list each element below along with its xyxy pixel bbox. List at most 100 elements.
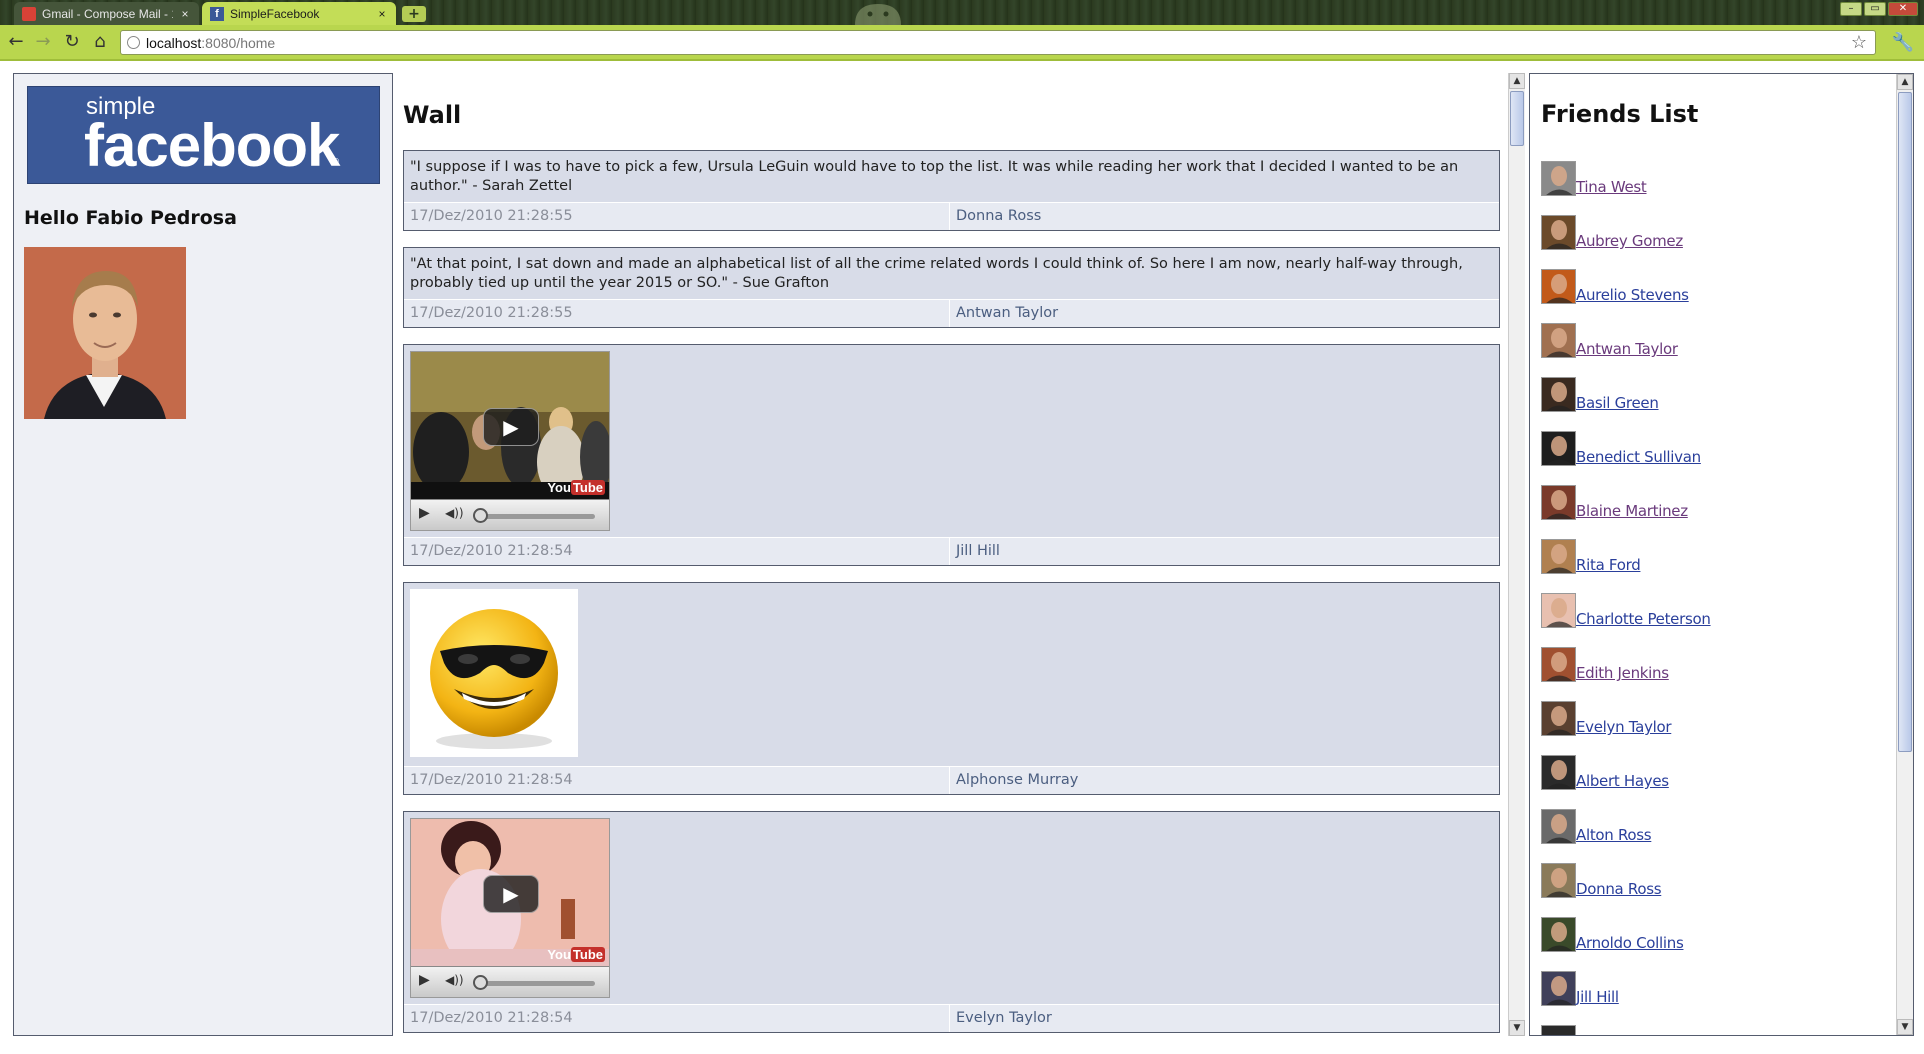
friend-avatar[interactable] [1541,1025,1576,1035]
bookmark-star-icon[interactable]: ☆ [1851,32,1867,53]
play-overlay-icon[interactable]: ▶ [483,875,539,913]
post-author: Alphonse Murray [956,772,1079,788]
friends-scroll-thumb[interactable] [1898,92,1912,752]
facebook-icon: f [210,6,224,21]
friend-link[interactable]: Arnoldo Collins [1576,934,1684,952]
play-overlay-icon[interactable]: ▶ [483,408,539,446]
youtube-logo-icon: You Tube [547,947,605,962]
logo-big-text: facebook [84,112,340,179]
url-path: :8080/home [201,34,276,51]
friend-avatar[interactable] [1541,863,1576,898]
friend-avatar[interactable] [1541,593,1576,628]
friend-avatar[interactable] [1541,431,1576,466]
play-icon[interactable]: ▶ [419,972,430,988]
post-meta: 17/Dez/2010 21:28:55 Antwan Taylor [404,299,1499,327]
browser-toolbar: ← → ↻ ⌂ localhost:8080/home ☆ 🔧 [0,25,1924,61]
friend-avatar[interactable] [1541,161,1576,196]
friend-link[interactable]: Jill Hill [1576,988,1619,1006]
post-author: Donna Ross [956,208,1042,224]
friend-link[interactable]: Albert Hayes [1576,772,1669,790]
simple-facebook-logo: simple facebook ® [27,86,380,184]
friends-scrollbar[interactable]: ▲ ▼ [1896,74,1913,1035]
friend-link[interactable]: Antwan Taylor [1576,340,1678,358]
friend-link[interactable]: Blaine Martinez [1576,502,1688,520]
wall-title: Wall [403,101,462,129]
friend-link[interactable]: Aubrey Gomez [1576,232,1683,250]
wall-post: ▶ You Tube ▶ ◀)) 17/Dez/2010 21:28:54 Jil… [403,344,1500,566]
friend-link[interactable]: Donna Ross [1576,880,1662,898]
post-image [410,589,578,757]
scroll-down-icon[interactable]: ▼ [1897,1019,1913,1035]
friend-avatar[interactable] [1541,971,1576,1006]
friend-link[interactable]: Rita Ford [1576,556,1641,574]
scroll-up-icon[interactable]: ▲ [1897,74,1913,90]
youtube-video-player[interactable]: ▶ You Tube ▶ ◀)) [410,818,610,998]
browser-titlebar: Gmail - Compose Mail - 127... × f Simple… [0,0,1924,25]
friend-item: Aubrey Gomez [1541,214,1683,250]
forward-arrow-icon[interactable]: → [33,32,53,52]
video-controls: ▶ ◀)) [411,966,609,997]
seek-bar[interactable] [475,981,595,986]
friend-item: Jill Hill [1541,970,1619,1006]
wall-post: "I suppose if I was to have to pick a fe… [403,150,1500,231]
volume-icon[interactable]: ◀)) [445,506,464,520]
friend-item: Edith Jenkins [1541,646,1669,682]
reload-icon[interactable]: ↻ [62,32,82,52]
friend-avatar[interactable] [1541,647,1576,682]
friend-item: Albert Hayes [1541,754,1669,790]
wall-scrollbar[interactable]: ▲ ▼ [1508,73,1525,1036]
profile-photo [24,247,186,419]
home-icon[interactable]: ⌂ [90,32,110,52]
friend-avatar[interactable] [1541,701,1576,736]
friend-avatar[interactable] [1541,377,1576,412]
friend-avatar[interactable] [1541,917,1576,952]
friend-avatar[interactable] [1541,323,1576,358]
tab-title: Gmail - Compose Mail - 127... [42,6,173,21]
minimize-icon[interactable]: – [1840,2,1862,16]
close-icon[interactable]: × [376,7,388,21]
seek-knob[interactable] [473,975,488,990]
seek-knob[interactable] [473,508,488,523]
friend-avatar[interactable] [1541,269,1576,304]
friend-link[interactable]: Aurelio Stevens [1576,286,1689,304]
friend-avatar[interactable] [1541,755,1576,790]
friend-link[interactable]: Alton Ross [1576,826,1652,844]
friend-avatar[interactable] [1541,215,1576,250]
friend-link[interactable]: Basil Green [1576,394,1659,412]
scroll-up-icon[interactable]: ▲ [1509,73,1525,89]
friend-item: Tina West [1541,160,1647,196]
friend-item: Antwan Taylor [1541,322,1678,358]
friend-link[interactable]: Evelyn Taylor [1576,718,1672,736]
post-date: 17/Dez/2010 21:28:55 [404,203,950,230]
friend-link[interactable]: Tina West [1576,178,1647,196]
tab-gmail[interactable]: Gmail - Compose Mail - 127... × [14,2,199,25]
wall-post: 17/Dez/2010 21:28:54 Alphonse Murray [403,582,1500,795]
maximize-icon[interactable]: ▭ [1864,2,1886,16]
seek-bar[interactable] [475,514,595,519]
close-icon[interactable]: × [179,7,191,21]
friend-link[interactable]: Edith Jenkins [1576,664,1669,682]
scroll-down-icon[interactable]: ▼ [1509,1020,1525,1036]
play-icon[interactable]: ▶ [419,505,430,521]
address-bar[interactable]: localhost:8080/home ☆ [120,30,1876,55]
friend-avatar[interactable] [1541,809,1576,844]
tab-title: SimpleFacebook [230,6,320,21]
friend-avatar[interactable] [1541,539,1576,574]
wrench-menu-icon[interactable]: 🔧 [1892,32,1914,53]
android-logo-icon [855,4,901,25]
youtube-video-player[interactable]: ▶ You Tube ▶ ◀)) [410,351,610,531]
friend-link[interactable]: Charlotte Peterson [1576,610,1711,628]
volume-icon[interactable]: ◀)) [445,973,464,987]
friend-link[interactable]: Benedict Sullivan [1576,448,1701,466]
back-arrow-icon[interactable]: ← [6,32,26,52]
wall-scroll-thumb[interactable] [1510,91,1524,146]
post-date: 17/Dez/2010 21:28:54 [404,1005,950,1032]
video-controls: ▶ ◀)) [411,499,609,530]
new-tab-button[interactable]: + [402,6,426,22]
window-close-icon[interactable]: ✕ [1888,2,1918,16]
friend-item: Rita Ford [1541,538,1641,574]
wall-post: ▶ You Tube ▶ ◀)) 17/Dez/2010 21:28:54 Eve… [403,811,1500,1033]
tab-simplefacebook[interactable]: f SimpleFacebook × [202,2,396,25]
wall-section: Wall "I suppose if I was to have to pick… [403,63,1503,1054]
friend-avatar[interactable] [1541,485,1576,520]
